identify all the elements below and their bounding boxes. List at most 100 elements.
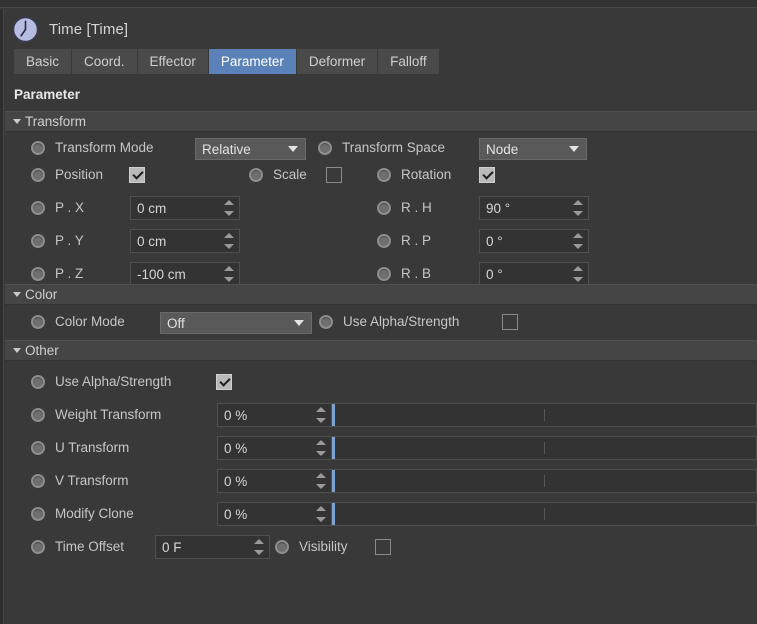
slider-knob[interactable]: [332, 470, 335, 492]
color-mode-radio[interactable]: [30, 314, 46, 330]
group-header-other[interactable]: Other: [5, 340, 757, 361]
weight-transform-value: 0 %: [224, 407, 248, 423]
position-z-radio[interactable]: [30, 266, 46, 282]
transform-body: Transform Mode Relative Transform Space …: [5, 132, 757, 286]
position-y-stepper[interactable]: [224, 233, 234, 249]
u-transform-input[interactable]: 0 %: [217, 436, 332, 460]
weight-transform-radio[interactable]: [30, 407, 46, 423]
color-body: Color Mode Off Use Alpha/Strength: [5, 305, 757, 340]
scale-radio[interactable]: [248, 167, 264, 183]
transform-space-dropdown[interactable]: Node: [479, 138, 587, 160]
visibility-radio[interactable]: [274, 539, 290, 555]
transform-space-radio[interactable]: [317, 140, 333, 156]
modify-clone-label: Modify Clone: [55, 506, 134, 521]
rotation-p-radio[interactable]: [376, 233, 392, 249]
position-x-stepper[interactable]: [224, 200, 234, 216]
u-transform-stepper[interactable]: [316, 440, 326, 456]
tab-deformer[interactable]: Deformer: [296, 49, 379, 74]
clock-icon: [12, 16, 39, 42]
time-offset-stepper[interactable]: [254, 539, 264, 555]
weight-transform-slider[interactable]: [332, 403, 757, 427]
modify-clone-slider[interactable]: [332, 502, 757, 526]
tab-basic[interactable]: Basic: [14, 49, 73, 74]
tab-falloff[interactable]: Falloff: [378, 49, 439, 74]
chevron-down-icon: [288, 146, 298, 152]
tab-effector[interactable]: Effector: [137, 49, 209, 74]
color-use-alpha-checkbox[interactable]: [502, 314, 518, 330]
chevron-down-icon: [13, 292, 21, 297]
group-header-transform[interactable]: Transform: [5, 111, 757, 132]
page-title: Parameter: [14, 87, 81, 102]
position-y-input[interactable]: 0 cm: [130, 229, 240, 253]
v-transform-stepper[interactable]: [316, 473, 326, 489]
time-offset-value: 0 F: [162, 539, 182, 555]
v-transform-input[interactable]: 0 %: [217, 469, 332, 493]
rotation-h-input[interactable]: 90 °: [479, 196, 589, 220]
modify-clone-stepper[interactable]: [316, 506, 326, 522]
u-transform-value: 0 %: [224, 440, 248, 456]
weight-transform-label: Weight Transform: [55, 407, 162, 422]
scale-label: Scale: [273, 167, 307, 182]
group-header-color[interactable]: Color: [5, 284, 757, 305]
rotation-b-radio[interactable]: [376, 266, 392, 282]
rotation-p-input[interactable]: 0 °: [479, 229, 589, 253]
transform-mode-value: Relative: [202, 141, 251, 157]
transform-mode-dropdown[interactable]: Relative: [195, 138, 306, 160]
v-transform-label: V Transform: [55, 473, 129, 488]
modify-clone-input[interactable]: 0 %: [217, 502, 332, 526]
scale-checkbox[interactable]: [326, 167, 342, 183]
rotation-p-label: R . P: [401, 233, 432, 248]
position-y-radio[interactable]: [30, 233, 46, 249]
weight-transform-input[interactable]: 0 %: [217, 403, 332, 427]
slider-midpoint-tick: [544, 508, 545, 520]
position-x-input[interactable]: 0 cm: [130, 196, 240, 220]
slider-knob[interactable]: [332, 404, 335, 426]
tab-bar: Basic Coord. Effector Parameter Deformer…: [14, 49, 547, 74]
rotation-h-stepper[interactable]: [573, 200, 583, 216]
transform-mode-radio[interactable]: [30, 140, 46, 156]
position-x-radio[interactable]: [30, 200, 46, 216]
position-z-input[interactable]: -100 cm: [130, 262, 240, 286]
position-checkbox[interactable]: [129, 167, 145, 183]
u-transform-slider[interactable]: [332, 436, 757, 460]
slider-knob[interactable]: [332, 503, 335, 525]
rotation-p-stepper[interactable]: [573, 233, 583, 249]
object-header: Time [Time]: [5, 9, 757, 49]
v-transform-value: 0 %: [224, 473, 248, 489]
color-mode-value: Off: [167, 315, 185, 331]
modify-clone-value: 0 %: [224, 506, 248, 522]
other-use-alpha-checkbox[interactable]: [216, 374, 232, 390]
v-transform-slider[interactable]: [332, 469, 757, 493]
position-radio[interactable]: [30, 167, 46, 183]
tab-parameter[interactable]: Parameter: [208, 49, 297, 74]
cinema4d-attribute-manager: Time [Time] Basic Coord. Effector Parame…: [0, 0, 757, 624]
v-transform-radio[interactable]: [30, 473, 46, 489]
time-offset-label: Time Offset: [55, 539, 125, 554]
tab-coord[interactable]: Coord.: [72, 49, 138, 74]
rotation-h-radio[interactable]: [376, 200, 392, 216]
rotation-checkbox[interactable]: [479, 167, 495, 183]
rotation-p-value: 0 °: [486, 233, 503, 249]
transform-mode-label: Transform Mode: [55, 140, 154, 155]
modify-clone-radio[interactable]: [30, 506, 46, 522]
color-use-alpha-radio[interactable]: [318, 314, 334, 330]
time-offset-radio[interactable]: [30, 539, 46, 555]
position-x-value: 0 cm: [137, 200, 167, 216]
position-z-stepper[interactable]: [224, 266, 234, 282]
rotation-radio[interactable]: [376, 167, 392, 183]
slider-midpoint-tick: [544, 409, 545, 421]
group-header-transform-label: Transform: [25, 114, 87, 129]
rotation-b-input[interactable]: 0 °: [479, 262, 589, 286]
weight-transform-stepper[interactable]: [316, 407, 326, 423]
u-transform-radio[interactable]: [30, 440, 46, 456]
other-body: Use Alpha/Strength Weight Transform 0 % …: [5, 361, 757, 561]
time-offset-input[interactable]: 0 F: [155, 535, 270, 559]
other-use-alpha-radio[interactable]: [30, 374, 46, 390]
rotation-b-label: R . B: [401, 266, 432, 281]
rotation-b-stepper[interactable]: [573, 266, 583, 282]
color-mode-dropdown[interactable]: Off: [160, 312, 312, 334]
group-header-other-label: Other: [25, 343, 59, 358]
position-z-value: -100 cm: [137, 266, 186, 282]
visibility-checkbox[interactable]: [375, 539, 391, 555]
slider-knob[interactable]: [332, 437, 335, 459]
